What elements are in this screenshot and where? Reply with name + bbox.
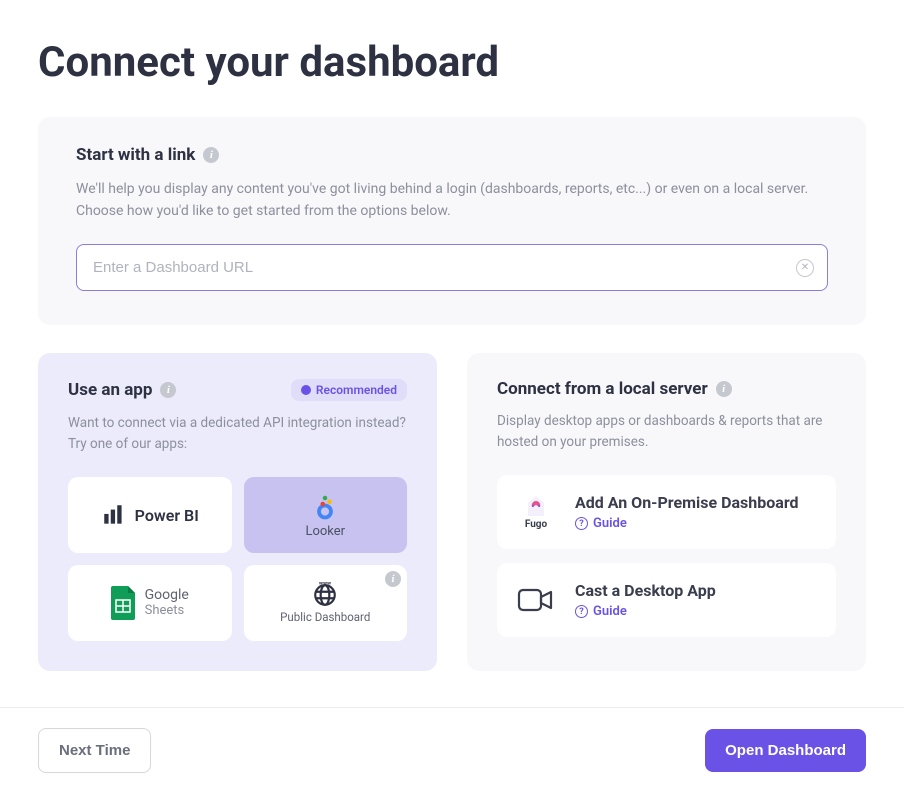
info-icon[interactable]: i: [160, 382, 176, 398]
info-icon[interactable]: i: [203, 147, 219, 163]
local-item-title: Add An On-Premise Dashboard: [575, 493, 799, 512]
link-section-header: Start with a link i: [76, 145, 828, 165]
two-column-row: Use an app i Recommended Want to connect…: [38, 353, 866, 671]
info-icon[interactable]: i: [385, 571, 401, 587]
link-section-title: Start with a link: [76, 145, 195, 165]
guide-label: Guide: [593, 516, 627, 531]
local-panel-desc: Display desktop apps or dashboards & rep…: [497, 411, 836, 453]
guide-link[interactable]: ? Guide: [575, 516, 799, 531]
guide-label: Guide: [593, 604, 627, 619]
fugo-icon: Fugo: [515, 491, 557, 533]
local-item-cast[interactable]: Cast a Desktop App ? Guide: [497, 563, 836, 637]
local-item-title: Cast a Desktop App: [575, 581, 716, 600]
local-item-onpremise[interactable]: Fugo Add An On-Premise Dashboard ? Guide: [497, 475, 836, 549]
local-list: Fugo Add An On-Premise Dashboard ? Guide: [497, 475, 836, 637]
url-input-wrap: ✕: [76, 244, 828, 291]
local-panel-header: Connect from a local server i: [497, 379, 836, 399]
app-tile-looker[interactable]: Looker: [244, 477, 408, 553]
link-card: Start with a link i We'll help you displ…: [38, 117, 866, 325]
footer: Next Time Open Dashboard: [0, 707, 904, 797]
app-label: Power BI: [135, 506, 199, 525]
fugo-label: Fugo: [525, 519, 547, 530]
powerbi-icon: [101, 502, 127, 528]
google-sheets-icon: [111, 586, 137, 620]
looker-icon: [310, 492, 340, 522]
dashboard-url-input[interactable]: [76, 244, 828, 291]
clear-input-icon[interactable]: ✕: [796, 259, 814, 277]
guide-link[interactable]: ? Guide: [575, 604, 716, 619]
svg-text:WWW: WWW: [319, 582, 331, 586]
page-title: Connect your dashboard: [38, 38, 866, 87]
help-icon: ?: [575, 605, 588, 618]
app-label: Google: [145, 588, 189, 603]
apps-panel-header: Use an app i Recommended: [68, 379, 407, 401]
app-tile-google-sheets[interactable]: Google Sheets: [68, 565, 232, 641]
apps-panel: Use an app i Recommended Want to connect…: [38, 353, 437, 671]
local-panel: Connect from a local server i Display de…: [467, 353, 866, 671]
local-panel-title: Connect from a local server: [497, 379, 708, 399]
app-label: Public Dashboard: [280, 610, 370, 624]
app-grid: Power BI Looker: [68, 477, 407, 641]
app-tile-public-dashboard[interactable]: i WWW Public Dashboard: [244, 565, 408, 641]
help-icon: ?: [575, 517, 588, 530]
app-sublabel: Sheets: [145, 604, 189, 618]
camera-icon: [517, 586, 555, 614]
app-label: Looker: [305, 524, 345, 539]
globe-icon: WWW: [312, 582, 338, 608]
next-time-button[interactable]: Next Time: [38, 728, 151, 773]
link-section-desc: We'll help you display any content you'v…: [76, 179, 828, 222]
app-tile-powerbi[interactable]: Power BI: [68, 477, 232, 553]
recommended-badge: Recommended: [291, 379, 407, 401]
open-dashboard-button[interactable]: Open Dashboard: [705, 729, 866, 772]
recommended-badge-label: Recommended: [316, 383, 397, 397]
apps-panel-desc: Want to connect via a dedicated API inte…: [68, 413, 407, 455]
apps-panel-title: Use an app: [68, 380, 152, 400]
info-icon[interactable]: i: [716, 381, 732, 397]
